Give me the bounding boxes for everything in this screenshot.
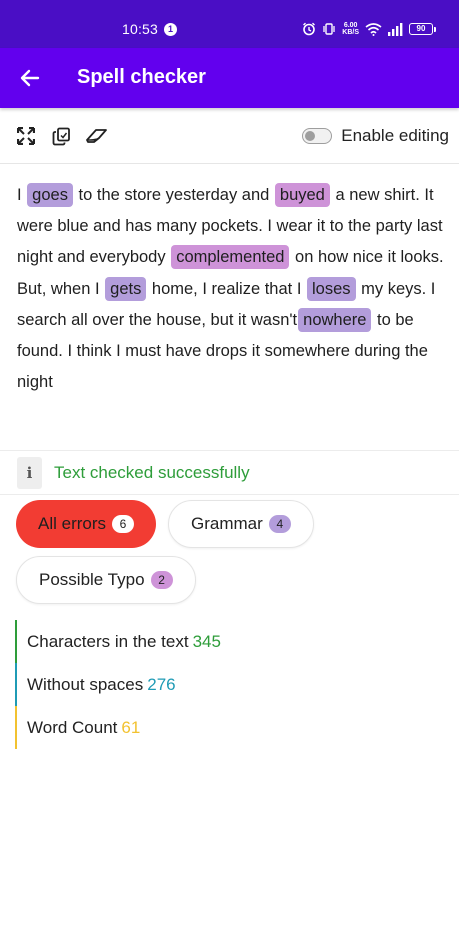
checked-text: I goes to the store yesterday and buyed … xyxy=(17,180,445,398)
fullscreen-button[interactable] xyxy=(14,124,38,148)
typo-error-highlight[interactable]: complemented xyxy=(171,245,290,270)
chip-label: All errors xyxy=(38,514,107,533)
page-title: Spell checker xyxy=(77,66,206,88)
text-segment: home, I realize that I xyxy=(147,279,306,298)
grammar-error-highlight[interactable]: goes xyxy=(27,183,73,207)
grammar-error-highlight[interactable]: nowhere xyxy=(298,307,372,332)
network-speed: 6.00 KB/S xyxy=(342,22,359,36)
count-badge: 6 xyxy=(112,515,135,533)
grammar-error-highlight[interactable]: loses xyxy=(307,276,356,301)
grammar-error-highlight[interactable]: gets xyxy=(105,276,147,301)
copy-icon xyxy=(52,127,70,145)
text-segment: to the store yesterday and xyxy=(73,186,274,204)
stat-without-spaces: Without spaces 276 xyxy=(15,663,315,706)
arrow-left-icon xyxy=(20,69,40,87)
copy-button[interactable] xyxy=(49,124,73,148)
fullscreen-icon xyxy=(17,127,35,145)
stat-value: 276 xyxy=(147,675,176,694)
enable-editing-toggle[interactable]: Enable editing xyxy=(302,124,449,148)
app-bar: Spell checker xyxy=(0,48,459,108)
chip-label: Grammar xyxy=(191,514,263,533)
toggle-switch[interactable] xyxy=(302,128,333,144)
filter-grammar[interactable]: Grammar 4 xyxy=(168,500,314,548)
filter-all-errors[interactable]: All errors 6 xyxy=(16,500,157,548)
status-time: 10:53 xyxy=(122,21,159,37)
battery-icon: 90 xyxy=(409,23,436,35)
status-bar: 10:53 1 6.00 KB/S 90 xyxy=(0,0,459,48)
back-button[interactable] xyxy=(14,62,46,94)
vibrate-icon xyxy=(323,23,335,35)
message-text: Text checked successfully xyxy=(54,463,250,482)
count-badge: 4 xyxy=(268,515,291,533)
filter-possible-typo[interactable]: Possible Typo 2 xyxy=(16,556,196,604)
eraser-icon xyxy=(86,129,107,143)
notification-badge: 1 xyxy=(164,23,177,36)
stat-word-count: Word Count 61 xyxy=(15,706,315,749)
wifi-icon xyxy=(365,23,382,36)
toggle-label: Enable editing xyxy=(341,126,449,145)
stat-characters: Characters in the text 345 xyxy=(15,620,315,663)
editor-toolbar: Enable editing xyxy=(0,108,459,164)
chip-label: Possible Typo xyxy=(39,570,145,589)
clear-button[interactable] xyxy=(85,124,109,148)
text-segment: I xyxy=(17,186,27,204)
stat-value: 345 xyxy=(192,632,221,651)
count-badge: 2 xyxy=(150,571,173,589)
typo-error-highlight[interactable]: buyed xyxy=(274,183,330,207)
alarm-icon xyxy=(303,22,316,36)
info-icon: i xyxy=(17,457,42,489)
result-message: i Text checked successfully xyxy=(0,450,459,495)
stat-value: 61 xyxy=(121,718,141,737)
signal-icon xyxy=(388,22,403,36)
status-indicators: 6.00 KB/S 90 xyxy=(302,20,436,38)
